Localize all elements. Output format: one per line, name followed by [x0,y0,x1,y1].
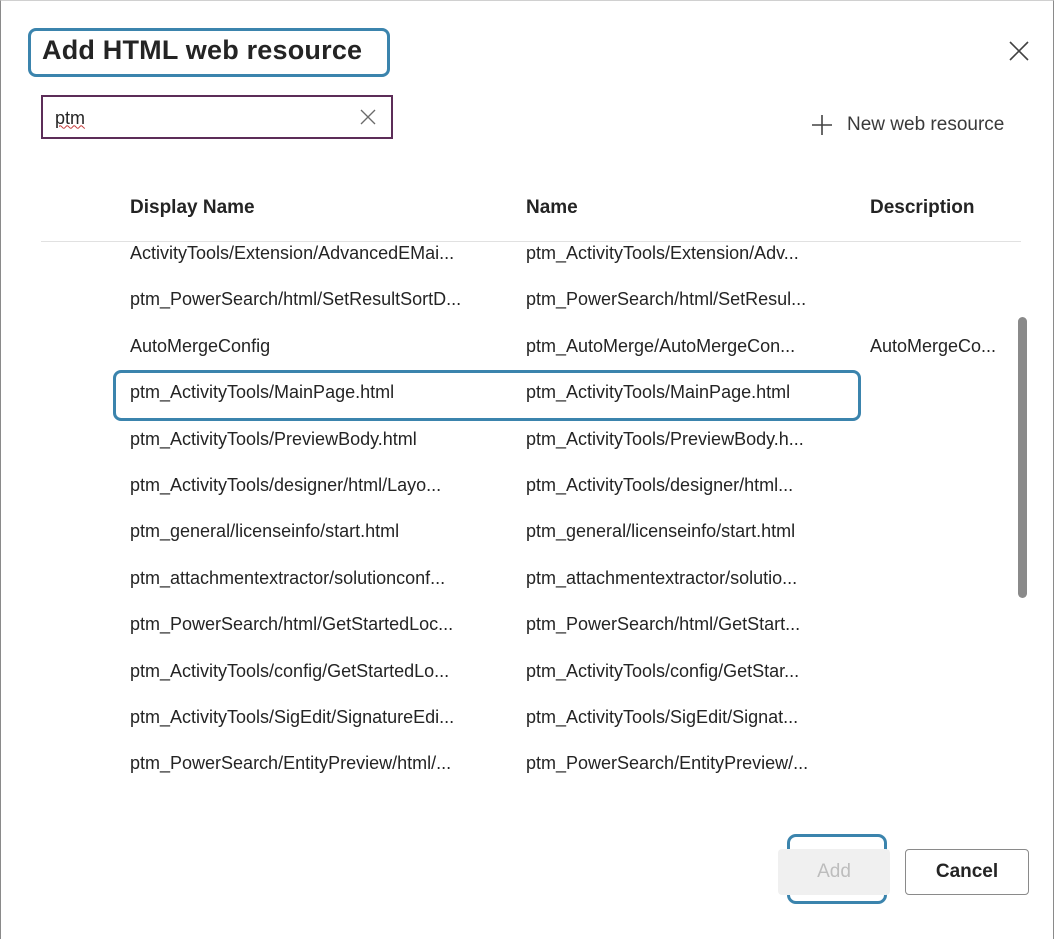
dialog-title: Add HTML web resource [42,35,363,65]
cell-display-name: ptm_PowerSearch/EntityPreview/html/... [130,753,452,774]
new-web-resource-label: New web resource [847,114,1005,135]
cancel-button[interactable]: Cancel [905,849,1029,895]
table-row[interactable]: ptm_PowerSearch/html/GetStartedLoc... ptm… [41,602,1016,648]
table-row[interactable]: ptm_general/licenseinfo/start.html ptm_ge… [41,509,1016,555]
search-clear-button[interactable] [359,108,377,126]
cell-display-name: ptm_ActivityTools/PreviewBody.html [130,428,417,449]
column-header-display-name[interactable]: Display Name [130,197,255,219]
cell-display-name: ptm_ActivityTools/designer/html/Layo... [130,475,442,495]
table-row[interactable]: AutoMergeConfig ptm_AutoMerge/AutoMergeCo… [41,324,1016,370]
column-header-name[interactable]: Name [526,197,578,219]
cell-name: ptm_ActivityTools/config/GetStar... [526,660,800,681]
cell-display-name: ptm_ActivityTools/config/GetStartedLo... [130,660,450,681]
cell-display-name: ptm_PowerSearch/html/GetStartedLoc... [130,614,454,635]
add-web-resource-dialog: Add HTML web resource New web resource D… [0,0,1054,939]
close-icon [360,109,376,125]
cell-name: ptm_attachmentextractor/solutio... [526,567,798,588]
table-row[interactable]: ptm_PowerSearch/EntityPreview/html/... pt… [41,741,1016,787]
cell-display-name: ptm_ActivityTools/MainPage.html [130,382,395,403]
new-web-resource-button[interactable]: New web resource [811,111,1004,139]
cell-name: ptm_PowerSearch/EntityPreview/... [526,753,809,774]
table-row[interactable]: ActivityTools/Extension/AdvancedEMai... p… [41,231,1016,277]
close-button[interactable] [1005,37,1033,65]
close-icon [1009,41,1029,61]
table-row[interactable]: ptm_ActivityTools/PreviewBody.html ptm_Ac… [41,417,1016,463]
cell-name: ptm_general/licenseinfo/start.html [526,521,796,542]
column-header-description[interactable]: Description [870,197,975,219]
scrollbar-thumb[interactable] [1018,317,1027,598]
table-row[interactable]: ptm_PowerSearch/html/SetResultSortD... pt… [41,277,1016,323]
table-body: ActivityTools/Extension/AdvancedEMai... p… [41,231,1016,831]
cell-name: ptm_ActivityTools/SigEdit/Signat... [526,707,799,727]
table-row[interactable]: ptm_ActivityTools/MainPage.html ptm_Activ… [41,370,1016,416]
cell-display-name: ptm_general/licenseinfo/start.html [130,521,400,542]
add-button[interactable]: Add [778,849,890,895]
cell-display-name: ActivityTools/Extension/AdvancedEMai... [130,243,455,263]
table-row[interactable]: ptm_ActivityTools/designer/html/Layo... p… [41,463,1016,509]
cell-name: ptm_ActivityTools/MainPage.html [526,382,791,403]
cell-name: ptm_ActivityTools/Extension/Adv... [526,243,799,263]
cell-name: ptm_AutoMerge/AutoMergeCon... [526,335,796,356]
cell-display-name: AutoMergeConfig [130,335,271,356]
cell-name: ptm_ActivityTools/PreviewBody.h... [526,428,804,449]
plus-icon [812,115,832,135]
table-row[interactable]: ptm_ActivityTools/SigEdit/SignatureEdi..… [41,695,1016,741]
table-row[interactable]: ptm_ActivityTools/config/GetStartedLo...… [41,649,1016,695]
cell-display-name: ptm_PowerSearch/html/SetResultSortD... [130,289,462,310]
cell-display-name: ptm_ActivityTools/SigEdit/SignatureEdi..… [130,707,455,727]
cell-description: AutoMergeCo... [870,335,997,356]
cell-name: ptm_ActivityTools/designer/html... [526,475,794,495]
cell-display-name: ptm_attachmentextractor/solutionconf... [130,567,446,588]
search-box [41,95,393,139]
table-row[interactable]: ptm_attachmentextractor/solutionconf... p… [41,556,1016,602]
cell-name: ptm_PowerSearch/html/GetStart... [526,614,801,635]
search-input[interactable] [53,105,347,131]
cell-name: ptm_PowerSearch/html/SetResul... [526,289,807,310]
